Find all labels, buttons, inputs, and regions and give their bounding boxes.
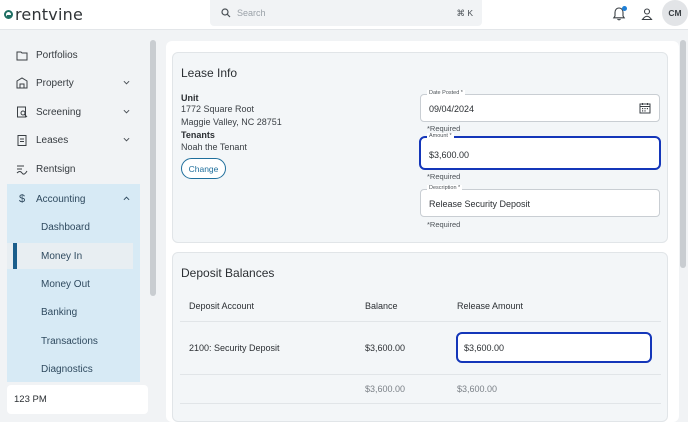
sidebar-item-property[interactable]: Property (7, 70, 140, 96)
description-input[interactable]: Release Security Deposit (429, 199, 530, 209)
chevron-down-icon (123, 137, 130, 142)
search-icon (221, 8, 231, 18)
sidebar-item-screening[interactable]: Screening (7, 99, 140, 125)
sidebar-subitem-money-out[interactable]: Money Out (7, 271, 133, 297)
sidebar-subitem-transactions[interactable]: Transactions (7, 328, 133, 354)
sidebar-subitem-banking[interactable]: Banking (7, 299, 133, 325)
user-icon (641, 8, 653, 21)
deposit-balances-title: Deposit Balances (181, 266, 275, 280)
date-posted-value: 09/04/2024 (429, 104, 475, 114)
unit-address-line2: Maggie Valley, NC 28751 (181, 117, 282, 127)
sidebar-item-leases[interactable]: Leases (7, 127, 140, 153)
unit-address-line1: 1772 Square Root (181, 104, 255, 114)
lease-info-title: Lease Info (181, 66, 238, 80)
amount-label: Amount * (427, 133, 454, 139)
signature-icon (16, 163, 28, 175)
row-deposit-account: 2100: Security Deposit (189, 343, 280, 353)
date-posted-field[interactable]: Date Posted * 09/04/2024 (420, 90, 660, 122)
chevron-down-icon (123, 109, 130, 114)
folder-icon (16, 49, 28, 61)
table-divider (180, 374, 661, 375)
sidebar-scrollbar[interactable] (150, 40, 156, 296)
sidebar-item-accounting[interactable]: $ Accounting (7, 186, 140, 212)
amount-input[interactable]: $3,600.00 (429, 150, 469, 160)
description-label: Description * (427, 185, 463, 191)
sidebar-item-portfolios[interactable]: Portfolios (7, 42, 140, 68)
search-bar[interactable]: ⌘ K (210, 0, 482, 26)
sidebar-item-label: Leases (36, 134, 69, 146)
amount-field[interactable]: Amount * $3,600.00 (419, 133, 661, 170)
chevron-down-icon (123, 80, 130, 85)
table-divider (180, 403, 661, 404)
sidebar-subitem-money-in[interactable]: Money In (7, 243, 133, 269)
amount-hint: *Required (427, 172, 461, 181)
row-balance: $3,600.00 (365, 343, 406, 353)
building-icon (16, 77, 28, 89)
sidebar-item-label: Portfolios (36, 49, 78, 61)
screening-icon (16, 106, 28, 118)
main-scrollbar[interactable] (680, 40, 686, 268)
calendar-icon[interactable] (639, 102, 651, 114)
change-button[interactable]: Change (181, 158, 226, 179)
tenants-label: Tenants (181, 130, 215, 140)
sidebar-item-rentsign[interactable]: Rentsign (7, 156, 140, 182)
total-balance: $3,600.00 (365, 384, 406, 394)
chevron-up-icon (123, 196, 130, 201)
notification-dot (622, 6, 627, 11)
sidebar-subitem-dashboard[interactable]: Dashboard (7, 214, 133, 240)
top-bar: rentvine ⌘ K CM (0, 0, 688, 30)
dollar-icon: $ (18, 193, 26, 205)
sidebar-item-label: Property (36, 77, 74, 89)
tenant-name: Noah the Tenant (181, 142, 247, 152)
logo-wordmark: rentvine (15, 4, 83, 24)
total-release-amount: $3,600.00 (457, 384, 498, 394)
column-header-balance: Balance (365, 301, 398, 311)
search-shortcut: ⌘ K (456, 8, 473, 18)
sidebar-subitem-diagnostics[interactable]: Diagnostics (7, 356, 133, 382)
release-amount-input[interactable]: $3,600.00 (456, 332, 652, 363)
column-header-deposit-account: Deposit Account (189, 301, 255, 311)
notifications-button[interactable] (612, 6, 627, 22)
rentvine-logo[interactable]: rentvine (4, 4, 83, 24)
sidebar-item-label: Screening (36, 106, 82, 118)
date-posted-hint: *Required (427, 124, 461, 133)
sidebar-bottom-card[interactable]: 123 PM (7, 385, 148, 414)
user-menu-button[interactable] (640, 7, 654, 21)
description-field[interactable]: Description * Release Security Deposit (420, 185, 660, 217)
avatar[interactable]: CM (662, 0, 688, 26)
column-header-release-amount: Release Amount (457, 301, 524, 311)
search-input[interactable] (237, 8, 437, 18)
sidebar-item-label: Rentsign (36, 163, 76, 175)
table-divider (180, 321, 661, 322)
logo-mark-icon (4, 9, 13, 19)
date-posted-label: Date Posted * (427, 90, 465, 96)
sidebar-item-label: Accounting (36, 193, 86, 205)
release-amount-value: $3,600.00 (464, 343, 505, 353)
description-hint: *Required (427, 220, 461, 229)
clipboard-icon (16, 134, 28, 146)
unit-label: Unit (181, 93, 199, 103)
